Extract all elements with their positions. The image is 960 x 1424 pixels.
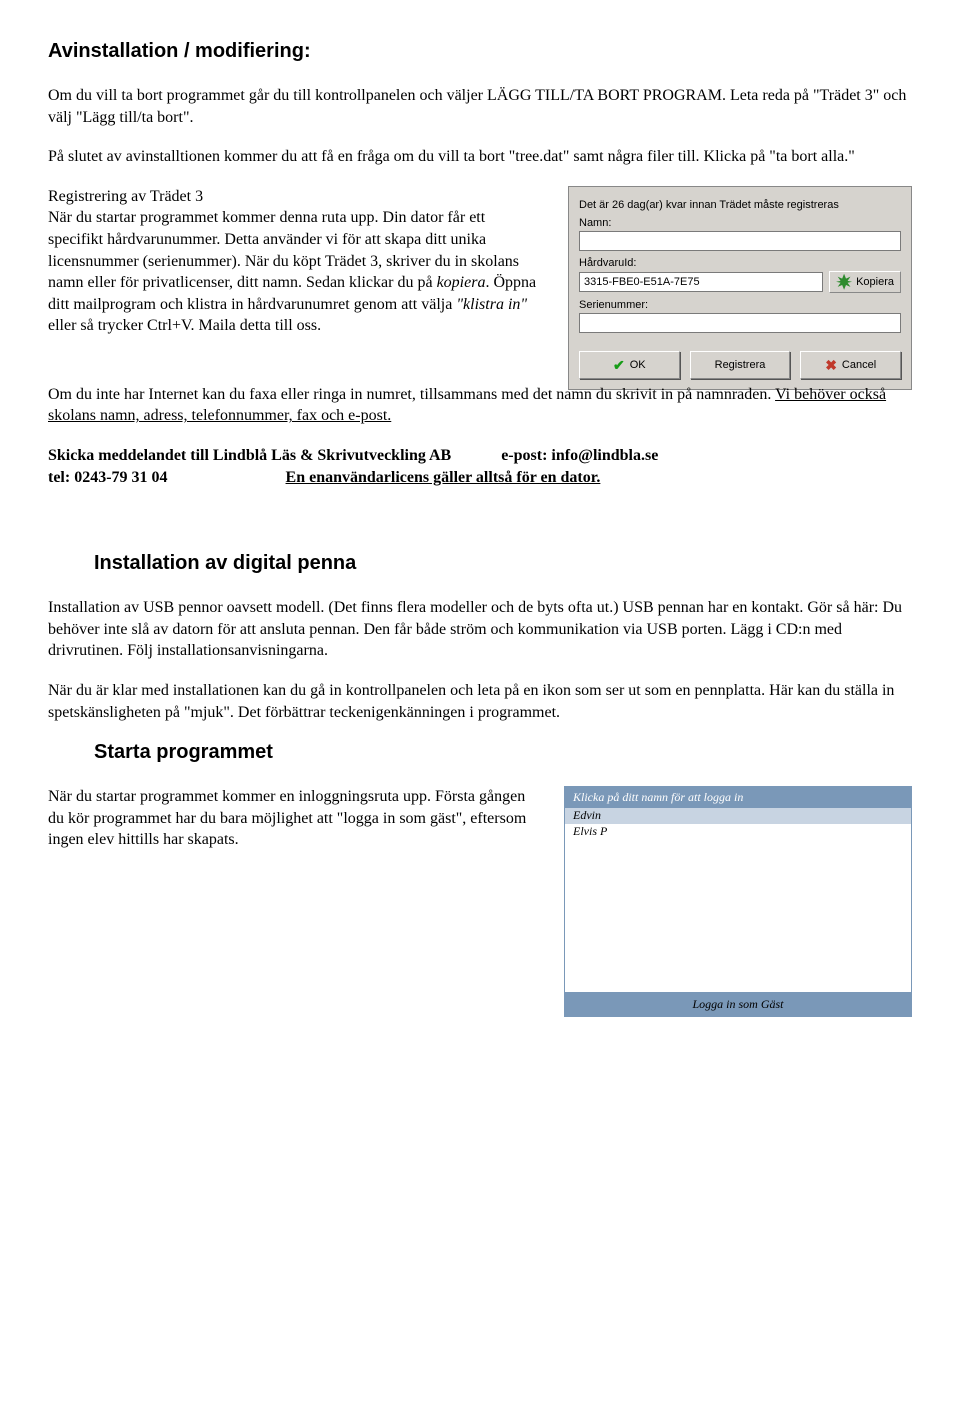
login-item[interactable]: Edvin — [565, 808, 911, 824]
reg-label-hw: HårdvaruId: — [579, 257, 901, 269]
para-reg-1e: eller så trycker Ctrl+V. Maila detta til… — [48, 317, 321, 334]
para-reg-2: Om du inte har Internet kan du faxa elle… — [48, 384, 912, 427]
para-penna-2: När du är klar med installationen kan du… — [48, 680, 912, 723]
login-title: Klicka på ditt namn för att logga in — [565, 787, 911, 808]
reg-days-text: Det är 26 dag(ar) kvar innan Trädet måst… — [579, 199, 901, 211]
heading-installation-penna: Installation av digital penna — [94, 552, 912, 575]
cancel-button[interactable]: ✖ Cancel — [800, 351, 901, 379]
heading-avinstallation: Avinstallation / modifiering: — [48, 40, 912, 63]
login-guest-button[interactable]: Logga in som Gäst — [565, 992, 911, 1016]
send-b: e-post: info@lindbla.se — [501, 447, 658, 464]
send-a: Skicka meddelandet till Lindblå Läs & Sk… — [48, 447, 451, 464]
registrera-label: Registrera — [715, 359, 766, 371]
para-starta-1: När du startar programmet kommer en inlo… — [48, 786, 540, 851]
login-list[interactable]: Edvin Elvis P — [565, 808, 911, 992]
cancel-label: Cancel — [842, 359, 876, 371]
registration-dialog: Det är 26 dag(ar) kvar innan Trädet måst… — [568, 186, 912, 390]
reg-label-name: Namn: — [579, 217, 901, 229]
heading-registrering: Registrering av Trädet 3 — [48, 186, 544, 208]
ok-button[interactable]: ✔ OK — [579, 351, 680, 379]
para-penna-1: Installation av USB pennor oavsett model… — [48, 597, 912, 662]
registrera-button[interactable]: Registrera — [690, 351, 791, 379]
para-send-line2: tel: 0243-79 31 04 En enanvändarlicens g… — [48, 467, 912, 489]
para-reg-1b: kopiera — [437, 274, 486, 291]
login-dialog: Klicka på ditt namn för att logga in Edv… — [564, 786, 912, 1017]
login-item[interactable]: Elvis P — [565, 824, 911, 840]
heading-starta: Starta programmet — [94, 741, 912, 764]
kopiera-button[interactable]: Kopiera — [829, 271, 901, 293]
tel-b: En enanvändarlicens gäller alltså för en… — [286, 469, 601, 486]
para-reg-1d: "klistra in" — [456, 296, 527, 313]
para-avinstall-1: Om du vill ta bort programmet går du til… — [48, 85, 912, 128]
check-icon: ✔ — [613, 358, 625, 372]
tel-a: tel: 0243-79 31 04 — [48, 469, 168, 486]
para-send-line1: Skicka meddelandet till Lindblå Läs & Sk… — [48, 445, 912, 467]
x-icon: ✖ — [825, 358, 837, 372]
para-reg-1: När du startar programmet kommer denna r… — [48, 207, 544, 337]
copy-icon — [836, 274, 852, 290]
reg-name-input[interactable] — [579, 231, 901, 251]
para-avinstall-2: På slutet av avinstalltionen kommer du a… — [48, 146, 912, 168]
kopiera-label: Kopiera — [856, 276, 894, 288]
reg-label-serial: Serienummer: — [579, 299, 901, 311]
reg-serial-input[interactable] — [579, 313, 901, 333]
ok-label: OK — [630, 359, 646, 371]
para-reg-2a: Om du inte har Internet kan du faxa elle… — [48, 386, 775, 403]
reg-hw-input[interactable] — [579, 272, 823, 292]
